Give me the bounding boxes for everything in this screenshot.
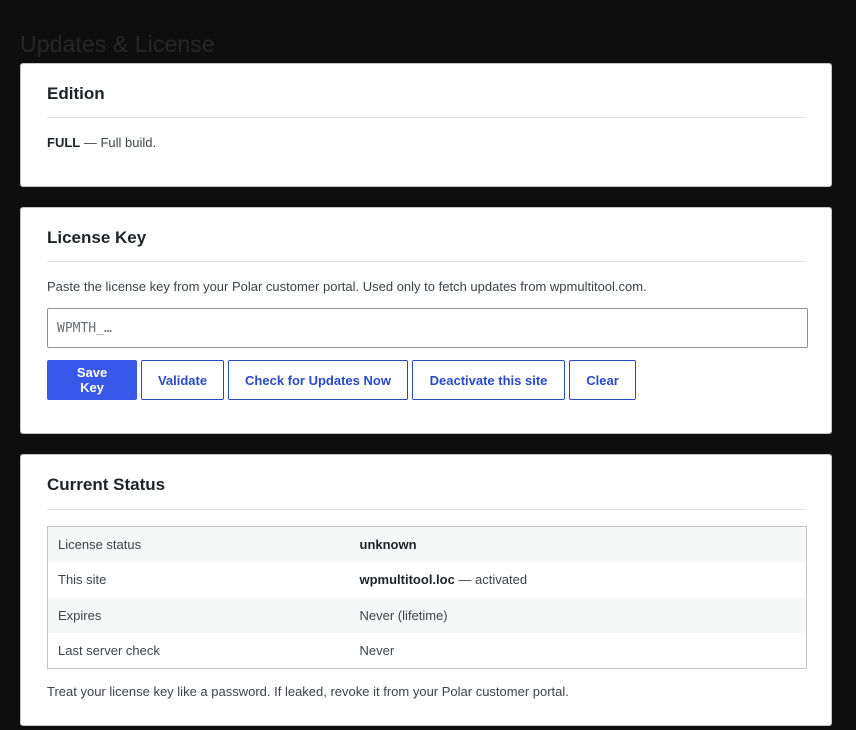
edition-value: FULL: [47, 135, 81, 150]
edition-text: FULL — Full build.: [47, 135, 156, 150]
license-key-title: License Key: [47, 228, 147, 247]
table-row: This site wpmultitool.loc — activated: [47, 562, 807, 598]
edition-divider: [47, 117, 806, 118]
edition-description: — Full build.: [80, 135, 157, 150]
status-label: This site: [58, 572, 107, 588]
site-domain-value: wpmultitool.loc: [359, 572, 455, 588]
status-value: unknown: [350, 527, 807, 563]
current-status-divider: [47, 509, 806, 510]
table-row: Last server check Never: [47, 633, 807, 669]
license-key-input[interactable]: [47, 308, 808, 348]
deactivate-site-button[interactable]: Deactivate this site: [412, 360, 565, 400]
clear-button[interactable]: Clear: [569, 360, 636, 400]
license-key-card: License Key Paste the license key from y…: [20, 207, 832, 434]
status-label: License status: [58, 537, 142, 552]
status-value: Never (lifetime): [350, 598, 807, 634]
status-table: License status unknown This site wpmulti…: [47, 526, 807, 669]
edition-title: Edition: [47, 84, 105, 103]
edition-card: Edition FULL — Full build.: [20, 63, 832, 187]
license-status-value: unknown: [359, 537, 417, 552]
license-key-divider: [47, 261, 806, 262]
page-title: Updates & License: [20, 31, 215, 57]
status-label: Expires: [58, 607, 102, 623]
last-check-value: Never: [359, 643, 395, 658]
check-updates-button[interactable]: Check for Updates Now: [228, 360, 408, 400]
current-status-card: Current Status License status unknown Th…: [20, 454, 832, 726]
current-status-title: Current Status: [47, 475, 166, 494]
license-key-help: Paste the license key from your Polar cu…: [47, 279, 647, 294]
save-key-button[interactable]: Save Key: [47, 360, 137, 400]
status-value: wpmultitool.loc — activated: [350, 562, 807, 598]
expires-value: Never (lifetime): [359, 607, 448, 623]
table-row: License status unknown: [47, 526, 807, 563]
table-row: Expires Never (lifetime): [47, 597, 807, 634]
status-label: Last server check: [58, 643, 160, 658]
status-value: Never: [350, 633, 807, 669]
status-value-suffix: — activated: [454, 572, 528, 588]
validate-button[interactable]: Validate: [141, 360, 224, 400]
license-footer-note: Treat your license key like a password. …: [47, 684, 569, 699]
license-actions: Save Key Validate Check for Updates Now …: [47, 360, 636, 400]
